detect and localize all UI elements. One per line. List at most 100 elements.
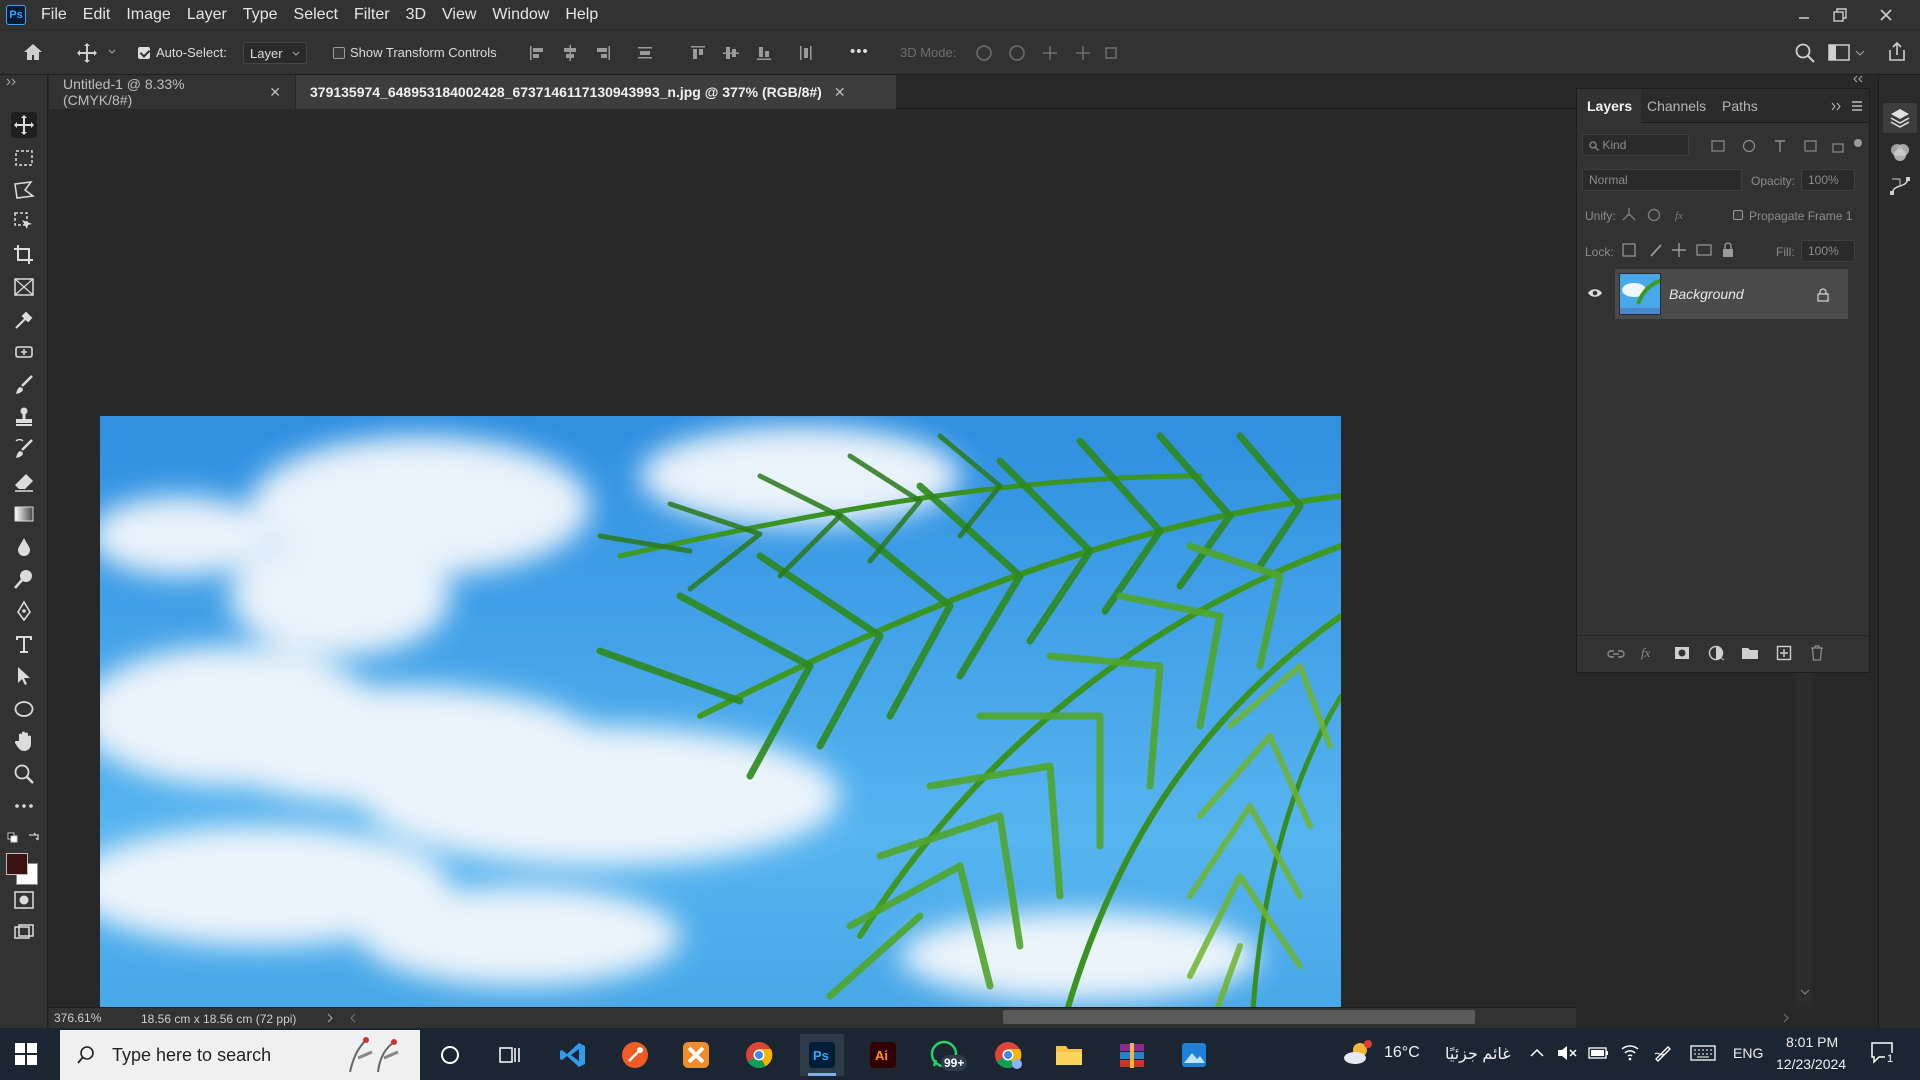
filter-toggle-icon[interactable] [1854,139,1862,147]
align-center-horizontal-icon[interactable] [561,44,579,62]
paths-panel-button[interactable] [1889,175,1911,197]
show-hidden-icons-chevron-icon[interactable] [1530,1048,1544,1058]
default-colors-icon[interactable] [7,832,19,844]
layer-visibility-toggle[interactable] [1577,269,1615,319]
canvas-workspace[interactable] [49,110,1576,1007]
panel-menu-icon[interactable] [1851,101,1863,111]
history-brush-tool[interactable] [11,436,37,462]
scroll-down-icon[interactable] [1800,988,1810,996]
battery-icon[interactable] [1588,1046,1610,1060]
tab-paths[interactable]: Paths [1722,98,1758,114]
taskbar-search-box[interactable]: Type here to search [60,1030,420,1080]
adjustment-layer-icon[interactable] [1708,645,1726,661]
menu-filter[interactable]: Filter [347,6,399,24]
edit-toolbar-button[interactable] [11,793,37,819]
workspace-button[interactable] [1828,43,1866,63]
chrome-profile-taskbar-button[interactable] [988,1037,1028,1073]
layer-filter-kind-dropdown[interactable]: Kind [1582,134,1689,156]
menu-type[interactable]: Type [236,6,287,24]
link-layers-icon[interactable] [1607,647,1625,661]
fill-input[interactable]: 100% [1801,240,1855,262]
distribute-horizontal-icon[interactable] [797,44,815,62]
scroll-right-icon[interactable] [1782,1013,1790,1023]
swap-colors-icon[interactable] [27,831,40,844]
menu-layer[interactable]: Layer [180,6,236,24]
more-options-button[interactable]: ••• [850,43,869,60]
expand-panel-icon[interactable] [1831,102,1843,111]
path-selection-tool[interactable] [11,663,37,689]
wifi-icon[interactable] [1620,1043,1640,1061]
start-button[interactable] [14,1042,38,1066]
chrome-taskbar-button[interactable] [739,1037,779,1073]
clock-date[interactable]: 12/23/2024 [1776,1056,1846,1072]
weather-description[interactable]: غائم جزئيًا [1445,1044,1511,1064]
ellipse-tool[interactable] [11,696,37,722]
close-tab-icon[interactable]: ✕ [834,84,846,101]
collapse-toolbar-icon[interactable] [6,78,18,86]
chevron-down-icon[interactable] [108,49,116,55]
align-top-icon[interactable] [689,44,707,62]
status-menu-chevron-icon[interactable] [326,1013,334,1023]
align-bottom-icon[interactable] [755,44,773,62]
postman-taskbar-button[interactable] [615,1037,655,1073]
photos-taskbar-button[interactable] [1174,1037,1214,1073]
home-button[interactable] [22,42,44,62]
align-center-vertical-icon[interactable] [722,44,740,62]
minimize-button[interactable] [1786,0,1822,29]
zoom-level[interactable]: 376.61% [54,1011,101,1025]
menu-window[interactable]: Window [485,6,558,24]
weather-temperature[interactable]: 16°C [1384,1044,1420,1062]
menu-select[interactable]: Select [287,6,347,24]
whatsapp-taskbar-button[interactable]: 99+ [925,1037,968,1073]
pen-ink-icon[interactable] [1653,1042,1673,1062]
clock-time[interactable]: 8:01 PM [1786,1034,1838,1050]
scroll-left-icon[interactable] [349,1013,357,1023]
close-window-button[interactable] [1868,0,1904,29]
menu-edit[interactable]: Edit [76,6,120,24]
hand-tool[interactable] [11,728,37,754]
channels-panel-button[interactable] [1889,141,1911,163]
eyedropper-tool[interactable] [11,307,37,333]
tab-layers[interactable]: Layers [1587,98,1632,114]
lasso-tool[interactable] [11,177,37,203]
horizontal-scrollbar-thumb[interactable] [1003,1010,1475,1024]
collapse-panels-icon[interactable] [1852,75,1864,83]
auto-select-checkbox[interactable] [138,47,150,59]
vscode-taskbar-button[interactable] [553,1037,593,1073]
brush-tool[interactable] [11,372,37,398]
close-tab-icon[interactable]: ✕ [269,84,281,101]
cortana-button[interactable] [430,1037,470,1073]
opacity-input[interactable]: 100% [1801,169,1855,191]
dodge-tool[interactable] [11,566,37,592]
layer-name[interactable]: Background [1669,286,1744,302]
menu-help[interactable]: Help [558,6,607,24]
restore-button[interactable] [1822,0,1858,29]
weather-widget[interactable] [1342,1040,1374,1068]
frame-tool[interactable] [11,274,37,300]
blur-tool[interactable] [11,534,37,560]
move-tool-preset-button[interactable] [76,42,98,64]
share-button[interactable] [1886,41,1908,63]
tab-palm-image[interactable]: 379135974_648953184002428_67371461171309… [296,75,896,109]
tab-untitled-1[interactable]: Untitled-1 @ 8.33% (CMYK/8#) ✕ [49,75,295,109]
xampp-taskbar-button[interactable] [676,1037,716,1073]
delete-layer-trash-icon[interactable] [1810,645,1824,661]
file-explorer-taskbar-button[interactable] [1049,1037,1089,1073]
gradient-tool[interactable] [11,501,37,527]
screen-mode-button[interactable] [11,920,37,946]
illustrator-taskbar-button[interactable]: Ai [863,1037,903,1073]
auto-select-dropdown[interactable]: Layer [243,42,307,64]
show-transform-checkbox[interactable] [333,47,345,59]
winrar-taskbar-button[interactable] [1112,1037,1152,1073]
menu-image[interactable]: Image [119,6,179,24]
search-button[interactable] [1794,42,1816,64]
propagate-frame-checkbox[interactable] [1733,210,1743,220]
photoshop-logo-icon[interactable]: Ps [6,4,26,25]
blend-mode-dropdown[interactable]: Normal [1582,169,1742,191]
layer-style-fx-icon[interactable]: fx [1640,645,1656,661]
new-layer-icon[interactable] [1776,645,1792,661]
object-selection-tool[interactable] [11,209,37,235]
type-tool[interactable] [11,631,37,657]
zoom-tool[interactable] [11,761,37,787]
new-group-folder-icon[interactable] [1741,646,1759,660]
